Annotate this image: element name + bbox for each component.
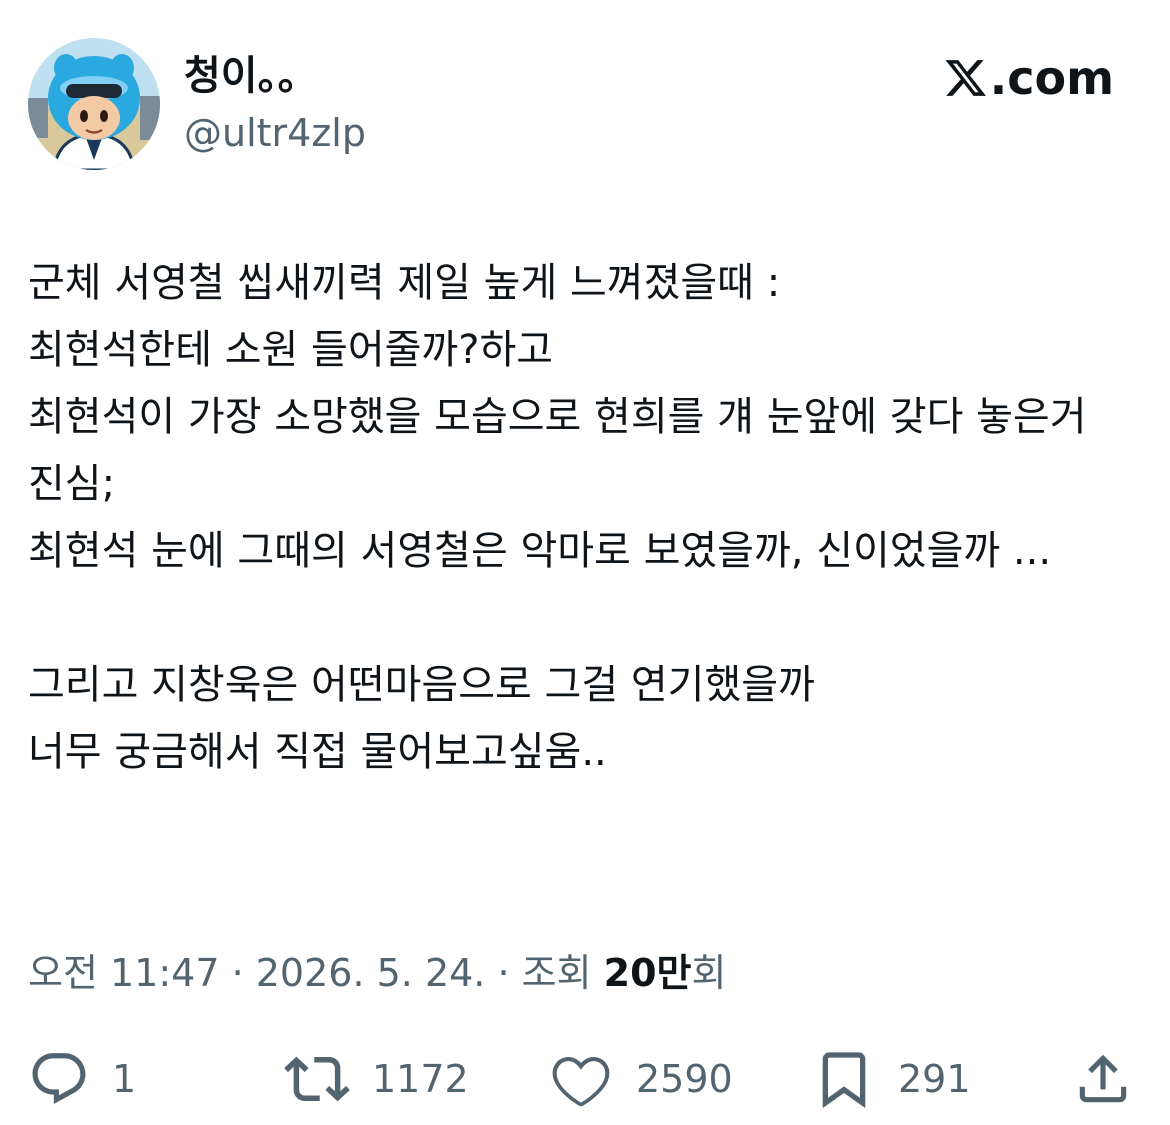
- like-button[interactable]: 2590: [548, 1046, 733, 1112]
- views-count: 20만: [603, 951, 692, 995]
- views-suffix: 회: [691, 951, 727, 995]
- timestamp[interactable]: 오전 11:47 · 2026. 5. 24. · 조회: [28, 951, 604, 995]
- action-bar: 1 1172 2590 291: [28, 1046, 1134, 1112]
- share-button[interactable]: [1072, 1046, 1134, 1112]
- tweet-meta: 오전 11:47 · 2026. 5. 24. · 조회 20만회: [28, 948, 726, 998]
- retweet-count: 1172: [372, 1057, 469, 1101]
- share-icon: [1072, 1048, 1134, 1110]
- author-handle[interactable]: @ultr4zlp: [184, 110, 366, 156]
- retweet-icon: [284, 1046, 350, 1112]
- brand-label: .com: [989, 51, 1114, 105]
- tweet-text: 군체 서영철 씹새끼력 제일 높게 느껴졌을때 : 최현석한테 소원 들어줄까?…: [28, 260, 1087, 775]
- like-count: 2590: [636, 1057, 733, 1101]
- reply-icon: [28, 1048, 90, 1110]
- avatar-image: [28, 38, 160, 170]
- bookmark-button[interactable]: 291: [812, 1046, 971, 1112]
- bookmark-count: 291: [898, 1057, 971, 1101]
- reply-count: 1: [112, 1057, 137, 1101]
- tweet-header: 청이。。 @ultr4zlp .com: [28, 38, 1114, 170]
- retweet-button[interactable]: 1172: [284, 1046, 469, 1112]
- brand-mark: .com: [944, 50, 1114, 106]
- author-display-name[interactable]: 청이。。: [184, 52, 318, 100]
- reply-button[interactable]: 1: [28, 1046, 136, 1112]
- x-logo-icon: [944, 56, 988, 100]
- bookmark-icon: [812, 1047, 876, 1111]
- avatar[interactable]: [28, 38, 160, 170]
- heart-icon: [548, 1046, 614, 1112]
